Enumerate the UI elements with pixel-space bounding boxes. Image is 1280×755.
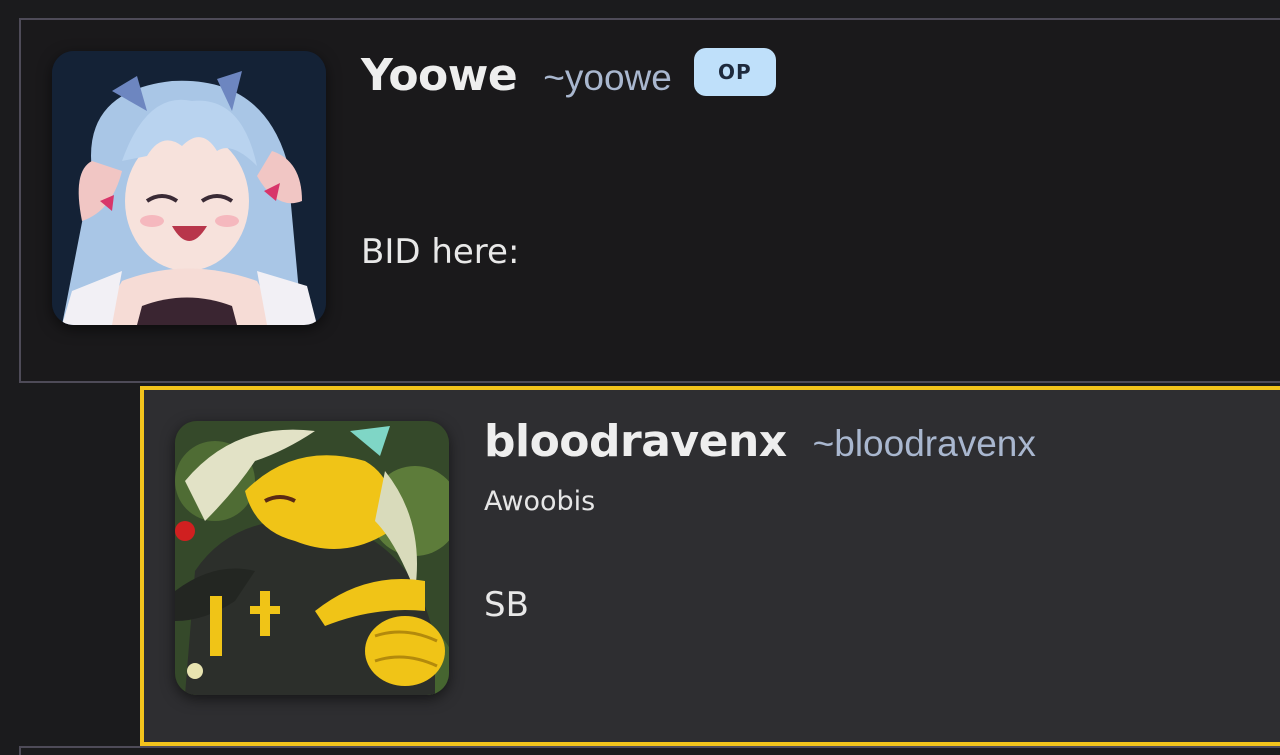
comment-body: BID here: <box>361 232 520 272</box>
op-badge: OP <box>693 47 776 96</box>
next-comment <box>19 746 1280 755</box>
avatar[interactable] <box>175 421 449 695</box>
comment-header: bloodravenx ~bloodravenx <box>484 416 1036 467</box>
comment-reply: bloodravenx ~bloodravenx Awoobis SB <box>140 386 1280 746</box>
comment-op: Yoowe ~yoowe OP BID here: <box>19 18 1280 383</box>
anime-girl-avatar-icon <box>52 51 326 325</box>
yellow-black-creature-avatar-icon <box>175 421 449 695</box>
username[interactable]: ~bloodravenx <box>813 423 1036 465</box>
display-name[interactable]: bloodravenx <box>484 416 787 467</box>
display-name[interactable]: Yoowe <box>361 50 518 101</box>
comment-header: Yoowe ~yoowe OP <box>361 47 776 101</box>
avatar[interactable] <box>52 51 326 325</box>
comment-body: SB <box>484 585 529 625</box>
username[interactable]: ~yoowe <box>543 57 672 99</box>
comment-thread: Yoowe ~yoowe OP BID here: bloodravenx ~b… <box>0 0 1280 755</box>
user-title: Awoobis <box>484 486 596 517</box>
